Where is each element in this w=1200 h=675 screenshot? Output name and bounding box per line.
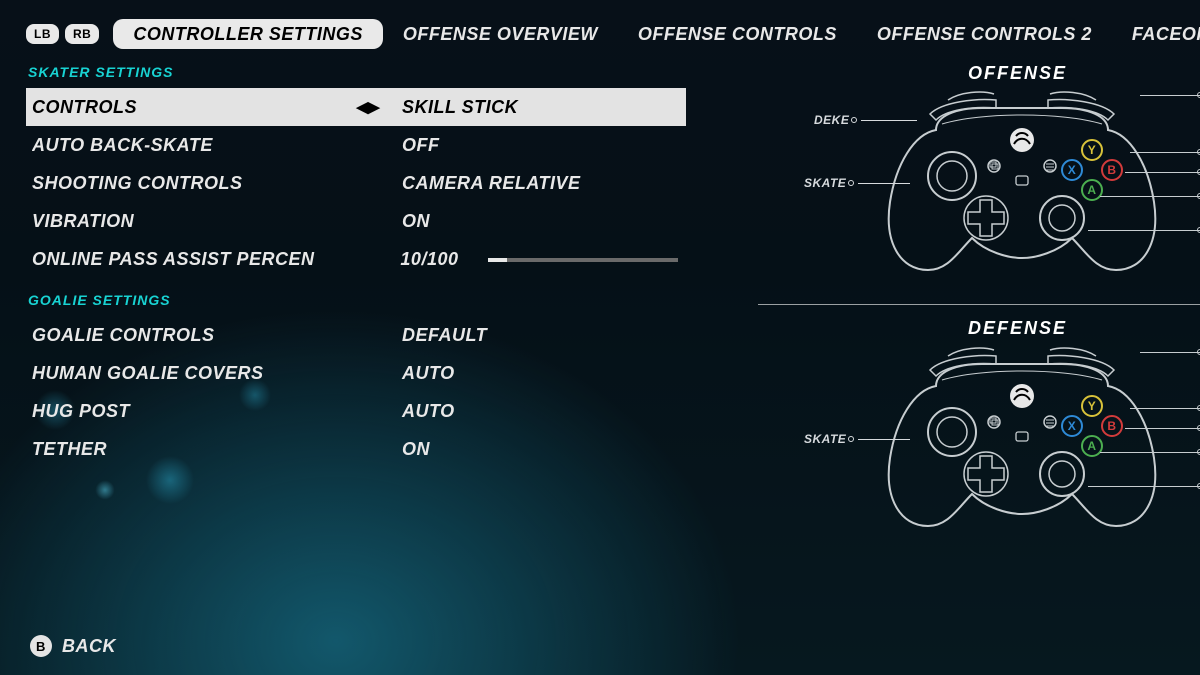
- callout-leader: [1140, 352, 1200, 353]
- row-value: 10/100: [380, 249, 678, 270]
- row-hug-post[interactable]: HUG POST ◀ ▶ AUTO: [26, 392, 686, 430]
- slider-text: 10/100: [400, 249, 458, 269]
- row-label: VIBRATION: [32, 211, 352, 232]
- row-label: HUMAN GOALIE COVERS: [32, 363, 352, 384]
- slider-track[interactable]: [488, 258, 678, 262]
- callout-leader: [1100, 452, 1200, 453]
- settings-panel: SKATER SETTINGS CONTROLS ◀ ▶ SKILL STICK…: [26, 60, 686, 468]
- callout-leader: [1100, 196, 1200, 197]
- row-tether[interactable]: TETHER ◀ ▶ ON: [26, 430, 686, 468]
- row-goalie-controls[interactable]: GOALIE CONTROLS ◀ ▶ DEFAULT: [26, 316, 686, 354]
- row-vibration[interactable]: VIBRATION ◀ ▶ ON: [26, 202, 686, 240]
- diagram-title-offense: OFFENSE: [968, 63, 1067, 84]
- callout-skate-defense: SKATE: [804, 432, 910, 446]
- tab-offense-overview[interactable]: OFFENSE OVERVIEW: [383, 19, 618, 49]
- callout-dot-icon: [848, 180, 854, 186]
- tab-bar: CONTROLLER SETTINGS OFFENSE OVERVIEW OFF…: [113, 19, 1200, 49]
- callout-line: [861, 120, 917, 121]
- callout-leader: [1088, 486, 1200, 487]
- callout-deke: DEKE: [814, 113, 917, 127]
- row-label: TETHER: [32, 439, 352, 460]
- callout-skate-offense: SKATE: [804, 176, 910, 190]
- left-right-arrows-icon[interactable]: ◀ ▶: [352, 98, 382, 116]
- b-button-icon: B: [30, 635, 52, 657]
- lb-bumper-icon: LB: [26, 24, 59, 44]
- row-label: HUG POST: [32, 401, 352, 422]
- row-value: ON: [382, 439, 678, 460]
- tab-offense-controls[interactable]: OFFENSE CONTROLS: [618, 19, 857, 49]
- tab-controller-settings[interactable]: CONTROLLER SETTINGS: [113, 19, 383, 49]
- callout-dot-icon: [851, 117, 857, 123]
- callout-dot-icon: [848, 436, 854, 442]
- callout-leader: [1130, 408, 1200, 409]
- row-value: DEFAULT: [382, 325, 678, 346]
- top-bar: LB RB CONTROLLER SETTINGS OFFENSE OVERVI…: [0, 17, 1200, 51]
- row-value: OFF: [382, 135, 678, 156]
- row-value: AUTO: [382, 401, 678, 422]
- callout-line: [858, 183, 910, 184]
- callout-label: SKATE: [804, 176, 846, 190]
- row-online-pass-assist[interactable]: ONLINE PASS ASSIST PERCEN ◀ ▶ 10/100: [26, 240, 686, 278]
- row-shooting-controls[interactable]: SHOOTING CONTROLS ◀ ▶ CAMERA RELATIVE: [26, 164, 686, 202]
- controller-icon: [872, 348, 1172, 548]
- tab-faceoff[interactable]: FACEOFF: [1112, 19, 1200, 49]
- row-label: CONTROLS: [32, 97, 352, 118]
- callout-leader: [1125, 428, 1200, 429]
- row-value: CAMERA RELATIVE: [382, 173, 678, 194]
- callout-line: [858, 439, 910, 440]
- callout-leader: [1130, 152, 1200, 153]
- footer-hint: B BACK: [30, 635, 116, 657]
- row-label: ONLINE PASS ASSIST PERCEN: [32, 249, 351, 270]
- callout-label: DEKE: [814, 113, 849, 127]
- row-auto-back-skate[interactable]: AUTO BACK-SKATE ◀ ▶ OFF: [26, 126, 686, 164]
- bumper-hints: LB RB: [26, 24, 99, 44]
- row-label: SHOOTING CONTROLS: [32, 173, 352, 194]
- row-human-goalie-covers[interactable]: HUMAN GOALIE COVERS ◀ ▶ AUTO: [26, 354, 686, 392]
- callout-leader: [1140, 95, 1200, 96]
- diagram-title-defense: DEFENSE: [968, 318, 1067, 339]
- diagram-divider: [758, 304, 1200, 305]
- section-header-goalie: GOALIE SETTINGS: [28, 292, 686, 308]
- callout-leader: [1088, 230, 1200, 231]
- row-controls[interactable]: CONTROLS ◀ ▶ SKILL STICK: [26, 88, 686, 126]
- callout-leader: [1125, 172, 1200, 173]
- row-value: SKILL STICK: [382, 97, 678, 118]
- row-value: AUTO: [382, 363, 678, 384]
- footer-label[interactable]: BACK: [62, 636, 116, 657]
- row-label: GOALIE CONTROLS: [32, 325, 352, 346]
- tab-offense-controls-2[interactable]: OFFENSE CONTROLS 2: [857, 19, 1112, 49]
- rb-bumper-icon: RB: [65, 24, 99, 44]
- section-header-skater: SKATER SETTINGS: [28, 64, 686, 80]
- row-value: ON: [382, 211, 678, 232]
- slider-fill: [488, 258, 507, 262]
- controller-diagram-defense: [872, 348, 1172, 548]
- row-label: AUTO BACK-SKATE: [32, 135, 352, 156]
- callout-label: SKATE: [804, 432, 846, 446]
